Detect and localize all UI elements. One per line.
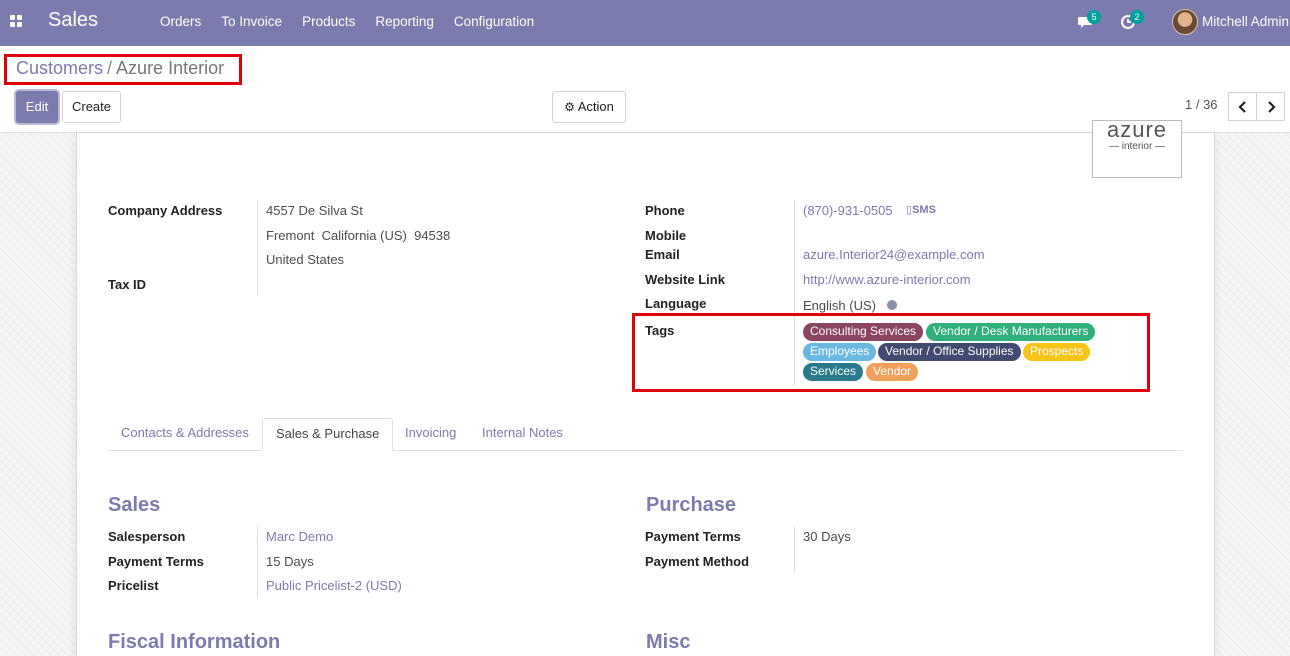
notebook-tabs: Contacts & Addresses Sales & Purchase In… [108, 418, 1183, 451]
messages-icon[interactable]: 5 [1077, 10, 1101, 32]
address-city-line[interactable]: Fremont California (US) 94538 [266, 228, 450, 243]
email-value[interactable]: azure.Interior24@example.com [803, 247, 985, 262]
action-button[interactable]: ⚙ Action [552, 91, 626, 123]
address-country[interactable]: United States [266, 252, 344, 267]
purchase-payment-terms-label: Payment Terms [645, 529, 741, 544]
sales-section-title: Sales [108, 494, 161, 516]
gear-icon: ⚙ [564, 100, 575, 114]
menu-item-to-invoice[interactable]: To Invoice [221, 14, 282, 29]
messages-count-badge: 5 [1087, 10, 1101, 24]
sms-label: SMS [912, 204, 936, 216]
fiscal-information-title: Fiscal Information [108, 631, 281, 653]
menu-item-orders[interactable]: Orders [160, 14, 201, 29]
sales-payment-terms-label: Payment Terms [108, 554, 204, 569]
sms-button[interactable]: ▯SMS [906, 203, 936, 216]
breadcrumb-highlight-box [4, 54, 242, 85]
address-street[interactable]: 4557 De Silva St [266, 203, 363, 218]
main-menu: Orders To Invoice Products Reporting Con… [160, 14, 534, 29]
top-navbar: Sales Orders To Invoice Products Reporti… [0, 0, 1290, 46]
field-divider [257, 200, 258, 296]
salesperson-label: Salesperson [108, 529, 186, 544]
menu-item-reporting[interactable]: Reporting [375, 14, 434, 29]
field-divider [257, 526, 258, 598]
company-address-label: Company Address [108, 203, 223, 218]
pricelist-value[interactable]: Public Pricelist-2 (USD) [266, 578, 402, 593]
purchase-payment-terms-value[interactable]: 30 Days [803, 529, 851, 544]
edit-button[interactable]: Edit [16, 91, 58, 123]
menu-item-configuration[interactable]: Configuration [454, 14, 534, 29]
tab-invoicing[interactable]: Invoicing [392, 418, 469, 451]
website-label: Website Link [645, 272, 725, 287]
activities-count-badge: 2 [1130, 10, 1144, 24]
tab-internal-notes[interactable]: Internal Notes [469, 418, 576, 451]
chevron-right-icon [1268, 101, 1276, 113]
phone-value[interactable]: (870)-931-0505 [803, 203, 893, 218]
pager-previous-button[interactable] [1228, 92, 1257, 121]
menu-item-products[interactable]: Products [302, 14, 355, 29]
pager-value[interactable]: 1 / 36 [1185, 97, 1218, 112]
sales-payment-terms-value[interactable]: 15 Days [266, 554, 314, 569]
misc-section-title: Misc [646, 631, 691, 653]
chevron-left-icon [1238, 101, 1246, 113]
phone-label: Phone [645, 203, 685, 218]
logo-text-azure: azure [1106, 120, 1168, 142]
tags-highlight-box [632, 313, 1150, 392]
apps-menu-icon[interactable] [10, 15, 24, 29]
payment-method-label: Payment Method [645, 554, 750, 569]
user-avatar[interactable] [1172, 9, 1198, 35]
tab-contacts-addresses[interactable]: Contacts & Addresses [108, 418, 262, 451]
mobile-label: Mobile [645, 228, 687, 243]
activities-icon[interactable]: 2 [1120, 10, 1144, 32]
pricelist-label: Pricelist [108, 578, 159, 593]
globe-icon[interactable] [887, 300, 897, 310]
user-menu[interactable]: Mitchell Admin [1202, 14, 1289, 29]
language-label: Language [645, 296, 707, 311]
pager-next-button[interactable] [1256, 92, 1285, 121]
app-title[interactable]: Sales [48, 9, 98, 32]
create-button[interactable]: Create [62, 91, 121, 123]
company-logo[interactable]: azure — interior — [1092, 120, 1182, 178]
website-value[interactable]: http://www.azure-interior.com [803, 272, 971, 287]
language-value[interactable]: English (US) [803, 298, 876, 313]
salesperson-value[interactable]: Marc Demo [266, 529, 333, 544]
field-divider [794, 526, 795, 572]
logo-text-interior: — interior — [1108, 141, 1166, 152]
email-label: Email [645, 247, 680, 262]
action-button-label: Action [577, 99, 614, 114]
tax-id-label: Tax ID [108, 277, 147, 292]
purchase-section-title: Purchase [646, 494, 737, 516]
tab-sales-purchase[interactable]: Sales & Purchase [262, 418, 394, 451]
